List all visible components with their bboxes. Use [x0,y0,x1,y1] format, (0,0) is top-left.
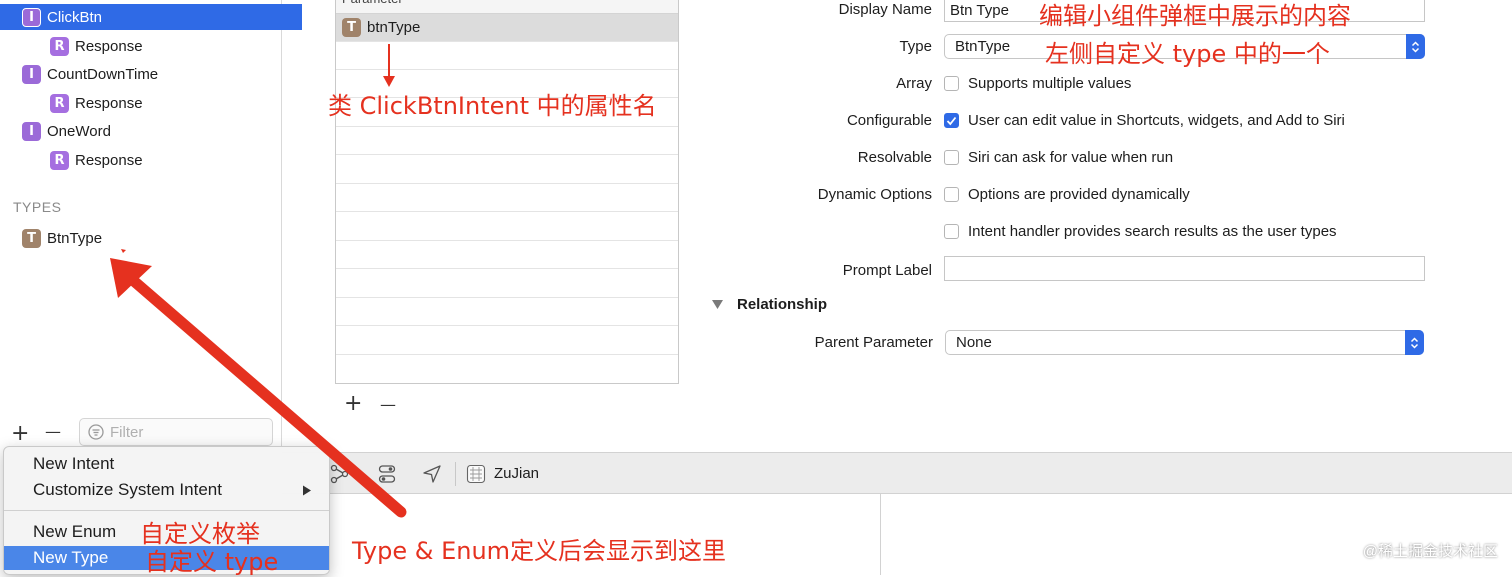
annotation-display-name: 编辑小组件弹框中展示的内容 [1039,2,1351,30]
annotation-new-type: 自定义 type [145,548,279,576]
annotation-arrows [110,44,407,518]
annotation-type: 左侧自定义 type 中的一个 [1045,40,1330,68]
annotation-mark [121,249,126,253]
annotation-parameter: 类 ClickBtnIntent 中的属性名 [328,92,657,120]
watermark: @稀土掘金技术社区 [1362,543,1498,560]
annotation-arrow-type [129,276,407,518]
annotation-result: Type & Enum定义后会显示到这里 [352,537,727,565]
